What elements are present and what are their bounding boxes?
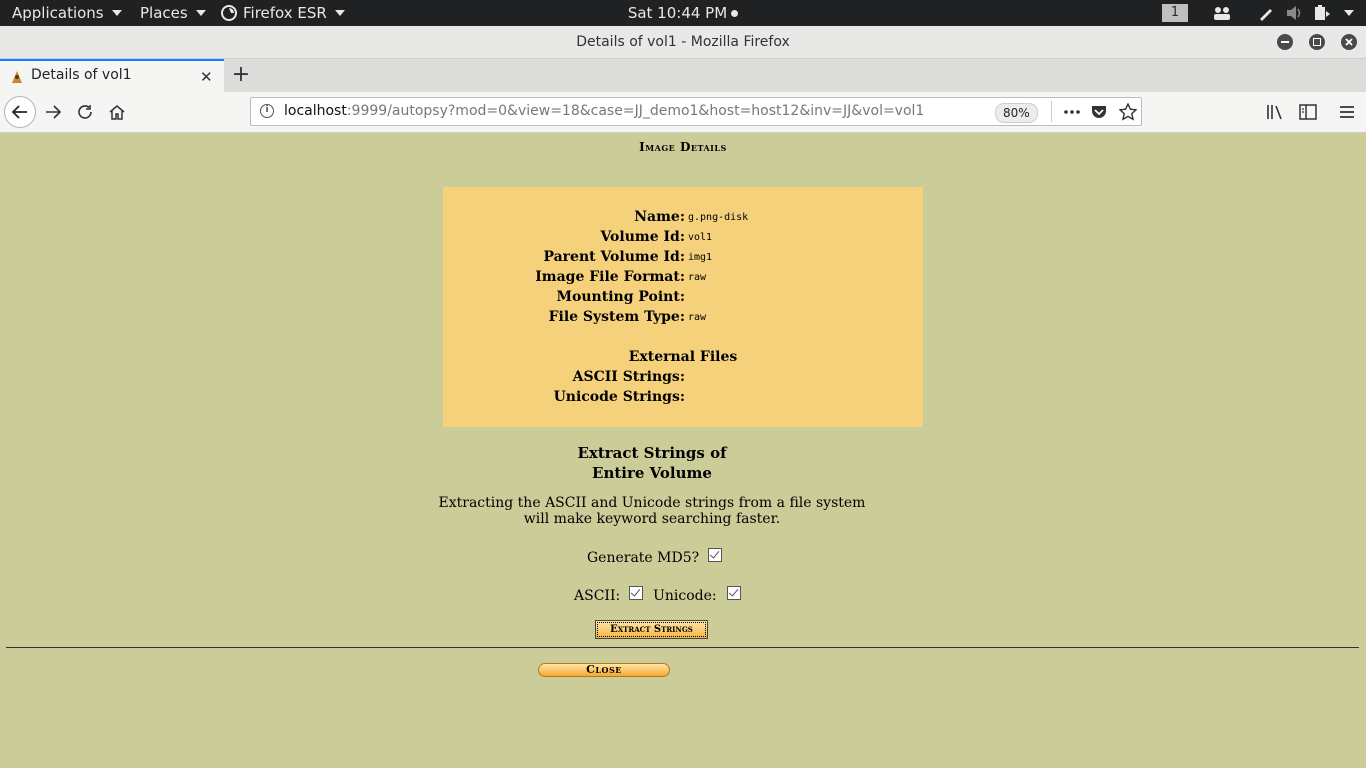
detail-label: Mounting Point: [556,289,685,305]
page-actions-icon[interactable] [1063,105,1081,119]
system-menu-chevron-icon[interactable] [1344,10,1354,16]
navigation-toolbar: i localhost:9999/autopsy?mod=0&view=18&c… [0,92,1366,133]
forward-button[interactable] [37,96,69,128]
detail-label: Parent Volume Id: [543,249,685,265]
unicode-checkbox[interactable] [727,586,742,600]
system-top-bar: Applications Places Firefox ESR Sat 10:4… [0,0,1366,26]
detail-row-volume-id: Volume Id: vol1 [443,227,923,247]
window-title-bar: Details of vol1 - Mozilla Firefox [0,26,1366,59]
window-title: Details of vol1 - Mozilla Firefox [576,34,790,50]
back-button[interactable] [4,96,36,128]
minimize-icon [1281,41,1289,43]
md5-label: Generate MD5? [587,550,700,566]
detail-value: raw [688,272,707,283]
detail-label: Unicode Strings: [553,389,685,405]
ascii-label: ASCII: [574,588,621,604]
detail-label: ASCII Strings: [572,369,685,385]
detail-row-file-system-type: File System Type: raw [443,307,923,327]
image-details-panel: Name: g.png-disk Volume Id: vol1 Parent … [443,187,923,427]
clock-label: Sat 10:44 PM [627,4,728,22]
arrow-right-icon [46,105,62,119]
extract-strings-title: Extract Strings of Entire Volume [452,443,852,483]
horizontal-rule [6,647,1359,648]
extract-desc-line-2: will make keyword searching faster. [523,511,781,527]
url-path: :9999/autopsy?mod=0&view=18&case=JJ_demo… [346,103,925,119]
minimize-button[interactable] [1277,34,1293,50]
unicode-label: Unicode: [653,588,717,604]
detail-label: File System Type: [548,309,685,325]
maximize-icon [1313,38,1321,46]
home-icon [109,105,125,120]
detail-label: Name: [634,209,685,225]
battery-icon[interactable] [1313,5,1331,21]
detail-value: raw [688,312,707,323]
ascii-checkbox[interactable] [628,586,643,600]
home-button[interactable] [101,96,133,128]
maximize-button[interactable] [1309,34,1325,50]
external-files-heading: External Files [628,349,738,365]
zoom-level-badge[interactable]: 80% [995,103,1038,123]
page-heading: Image Details [639,140,727,154]
tab-details-of-vol1[interactable]: Details of vol1 ✕ [0,59,224,92]
detail-row-ascii-strings: ASCII Strings: [443,367,923,387]
url-divider [1051,101,1052,122]
md5-checkbox[interactable] [707,548,722,562]
detail-row-name: Name: g.png-disk [443,207,923,227]
url-bar[interactable]: i localhost:9999/autopsy?mod=0&view=18&c… [250,97,1142,126]
reload-icon [78,105,92,119]
library-icon[interactable] [1266,104,1284,120]
md5-option: Generate MD5? [587,548,722,566]
detail-row-image-file-format: Image File Format: raw [443,267,923,287]
extract-description: Extracting the ASCII and Unicode strings… [430,495,874,527]
autopsy-favicon-icon [12,71,22,83]
new-tab-button[interactable]: + [229,62,253,88]
url-host: localhost [284,103,347,119]
detail-row-parent-volume-id: Parent Volume Id: img1 [443,247,923,267]
pocket-icon[interactable] [1091,104,1107,120]
volume-icon[interactable] [1286,5,1304,21]
detail-value: g.png-disk [688,212,749,223]
reload-button[interactable] [69,96,101,128]
workspace-indicator[interactable]: 1 [1162,4,1188,22]
extract-title-line-2: Entire Volume [592,464,712,482]
close-icon [1345,38,1353,46]
bookmark-star-icon[interactable] [1119,103,1137,121]
extract-strings-button[interactable]: Extract Strings [595,620,708,639]
tab-label: Details of vol1 [31,67,132,83]
close-tab-icon[interactable]: ✕ [200,68,213,86]
detail-value: img1 [688,252,713,263]
pen-tool-icon[interactable] [1258,5,1274,21]
detail-label: Volume Id: [600,229,685,245]
close-button[interactable]: Close [538,663,670,677]
page-content: Image Details Name: g.png-disk Volume Id… [0,133,1366,768]
detail-label: Image File Format: [535,269,685,285]
site-info-icon[interactable]: i [260,104,274,118]
string-type-options: ASCII: Unicode: [574,586,742,604]
arrow-left-icon [11,105,27,119]
extract-title-line-1: Extract Strings of [577,444,727,462]
detail-row-unicode-strings: Unicode Strings: [443,387,923,407]
detail-value: vol1 [688,232,713,243]
people-icon[interactable] [1212,5,1232,21]
extract-desc-line-1: Extracting the ASCII and Unicode strings… [438,495,866,511]
tab-strip: Details of vol1 ✕ + [0,59,1366,92]
url-text[interactable]: localhost:9999/autopsy?mod=0&view=18&cas… [284,103,924,119]
detail-row-mounting-point: Mounting Point: [443,287,923,307]
hamburger-menu-icon[interactable] [1338,104,1356,120]
sidebar-toggle-icon[interactable] [1299,104,1317,120]
notification-dot-icon [731,10,739,17]
close-window-button[interactable] [1341,34,1357,50]
